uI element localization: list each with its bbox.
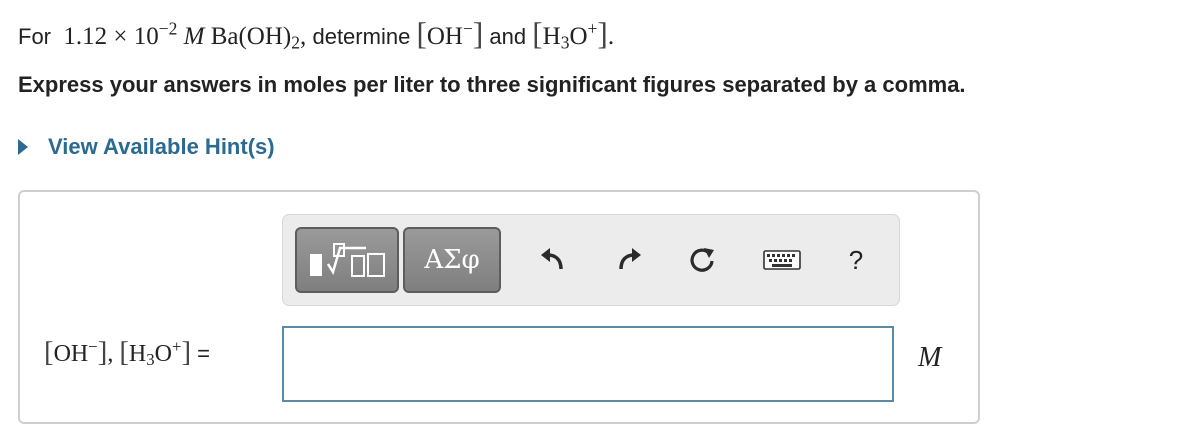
help-button[interactable]: ? — [839, 243, 873, 277]
answer-label: [OH−], [H3O+] = — [44, 336, 210, 370]
answer-panel: ΑΣφ ? [OH−], [H3O+] = M — [18, 190, 980, 424]
answer-input[interactable] — [282, 326, 894, 402]
expand-triangle-icon — [18, 139, 28, 155]
question-text: For 1.12 × 10−2 M Ba(OH)2, determine [OH… — [18, 14, 614, 57]
question-verb: determine — [312, 24, 411, 49]
redo-button[interactable] — [613, 243, 647, 277]
answer-instruction: Express your answers in moles per liter … — [18, 72, 966, 97]
math-toolbar: ΑΣφ ? — [282, 214, 900, 306]
reset-button[interactable] — [685, 243, 719, 277]
reset-icon — [690, 248, 714, 272]
view-hints-link[interactable]: View Available Hint(s) — [18, 134, 275, 160]
keyboard-button[interactable] — [761, 243, 803, 277]
undo-button[interactable] — [535, 243, 569, 277]
redo-icon — [619, 248, 641, 270]
templates-icon — [310, 243, 385, 277]
keyboard-icon — [763, 250, 801, 270]
hydronium-species: [H3O+]. — [532, 16, 615, 53]
hydroxide-species: [OH−] — [416, 16, 484, 51]
greek-symbols-button[interactable]: ΑΣφ — [403, 227, 501, 293]
concentration-value: 1.12 × 10−2 M Ba(OH)2, — [63, 18, 307, 53]
question-prefix: For — [18, 24, 51, 49]
undo-icon — [541, 248, 563, 270]
unit-label: M — [918, 342, 942, 373]
question-conjunction: and — [489, 24, 527, 49]
templates-button[interactable] — [295, 227, 399, 293]
view-hints-label: View Available Hint(s) — [48, 134, 275, 159]
